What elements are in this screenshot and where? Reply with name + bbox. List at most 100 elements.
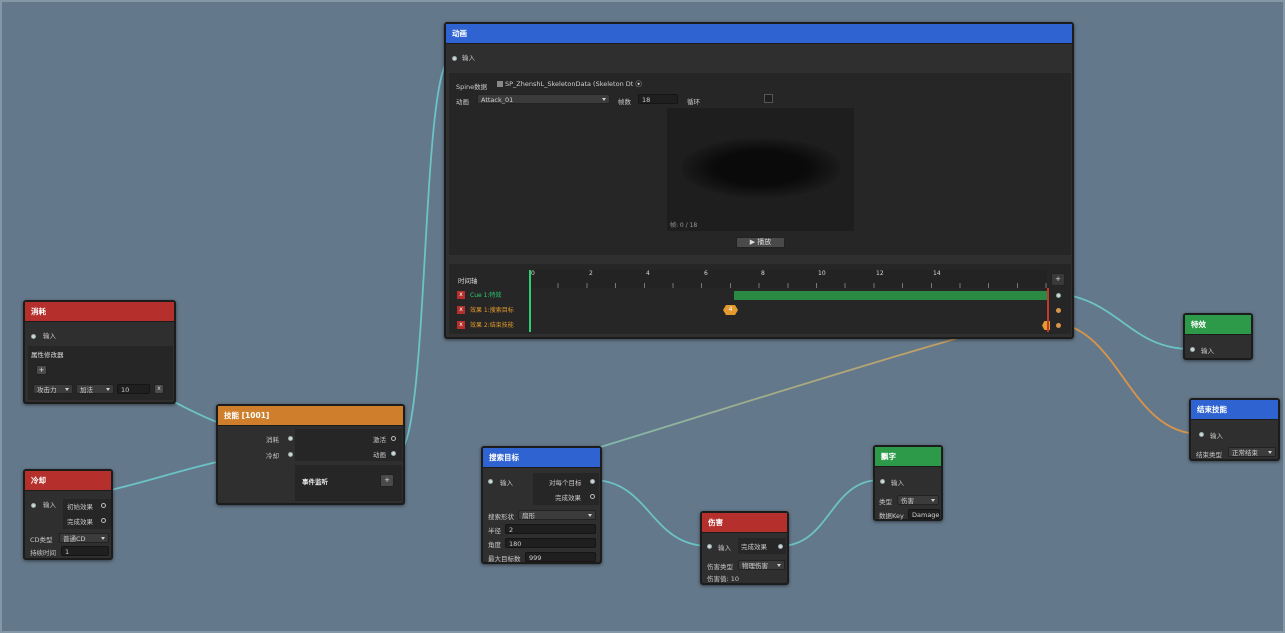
end-input-label: 输入 [1210, 432, 1223, 440]
effect1-output-port[interactable] [1056, 308, 1061, 313]
event-marker[interactable]: 4 [723, 305, 738, 315]
float-text-node[interactable]: 飘字 输入 类型 伤害 数据Key Damage [873, 445, 943, 521]
cooldown-node[interactable]: 冷却 输入 初始效果 完成效果 CD类型 普通CD 持续时间 1 [23, 469, 113, 560]
frames-input[interactable]: 18 [638, 94, 678, 104]
anim-port-label: 动画 [373, 451, 386, 459]
playhead-start[interactable] [529, 270, 531, 332]
tick-label: 2 [589, 270, 593, 277]
consume-port-label: 消耗 [266, 436, 279, 444]
start-effect-label: 初始效果 [67, 503, 93, 511]
anim-input-label: 输入 [462, 54, 475, 62]
consume-node[interactable]: 消耗 输入 属性修改器 + 攻击力 加法 10 x [23, 300, 176, 404]
animation-node[interactable]: 动画 输入 Spine数据 SP_ZhenshL_SkeletonData (S… [444, 22, 1074, 339]
damage-input-port[interactable] [707, 544, 712, 549]
modifier-value-input[interactable]: 10 [117, 384, 150, 394]
done-effect-port[interactable] [101, 518, 106, 523]
fx-input-label: 输入 [1201, 347, 1214, 355]
max-targets-input[interactable]: 999 [525, 552, 596, 562]
duration-label: 持续时间 [30, 549, 56, 557]
anim-select[interactable]: Attack_01 [477, 94, 610, 104]
float-type-label: 类型 [879, 498, 892, 506]
consume-port[interactable] [288, 436, 293, 441]
cue-bar[interactable] [734, 291, 1048, 300]
fx-node-title: 特效 [1185, 315, 1251, 335]
end-skill-node[interactable]: 结束技能 输入 结束类型 正常结束 [1189, 398, 1280, 461]
damage-type-select[interactable]: 物理伤害 [738, 560, 785, 570]
add-modifier-button[interactable]: + [36, 365, 47, 375]
end-type-select[interactable]: 正常结束 [1228, 447, 1276, 457]
event-add-button[interactable]: + [380, 474, 394, 487]
search-target-node[interactable]: 搜索目标 输入 对每个目标 完成效果 搜索形状 扇形 半径 2 角度 180 最… [481, 446, 602, 564]
float-node-title: 飘字 [875, 447, 941, 467]
damage-input-label: 输入 [718, 544, 731, 552]
angle-input[interactable]: 180 [505, 538, 596, 548]
cd-type-select[interactable]: 普通CD [59, 533, 109, 543]
damage-type-label: 伤害类型 [707, 563, 733, 571]
event-listener-label: 事件监听 [302, 478, 328, 486]
remove-modifier-button[interactable]: x [154, 384, 164, 394]
start-effect-port[interactable] [101, 503, 106, 508]
consume-node-title: 消耗 [25, 302, 174, 322]
cue-output-port[interactable] [1056, 293, 1061, 298]
activate-port-label: 激活 [373, 436, 386, 444]
cooldown-port[interactable] [288, 452, 293, 457]
remove-track-button[interactable]: x [457, 321, 465, 329]
timeline-track[interactable]: x 效果 2:结束技能 [457, 320, 1055, 331]
shape-select[interactable]: 扇形 [518, 510, 596, 520]
remove-track-button[interactable]: x [457, 306, 465, 314]
tick-label: 14 [933, 270, 941, 277]
cooldown-outputs: 初始效果 完成效果 [63, 499, 111, 529]
play-button[interactable]: ▶ 播放 [736, 237, 785, 248]
consume-input-port[interactable] [31, 334, 36, 339]
attr-modifier-label: 属性修改器 [31, 351, 64, 359]
search-input-port[interactable] [488, 479, 493, 484]
end-input-port[interactable] [1199, 432, 1204, 437]
track-label: Cue 1:特效 [470, 292, 502, 299]
op-select[interactable]: 加法 [76, 384, 114, 394]
done-effect-port[interactable] [590, 494, 595, 499]
float-type-select[interactable]: 伤害 [897, 495, 939, 505]
tick-label: 6 [704, 270, 708, 277]
spine-data-field[interactable]: SP_ZhenshL_SkeletonData (Skeleton Dt ⦿ [494, 79, 644, 89]
cd-type-label: CD类型 [30, 536, 53, 544]
data-key-label: 数据Key [879, 512, 904, 520]
damage-node[interactable]: 伤害 输入 完成效果 伤害类型 物理伤害 伤害值: 10 [700, 511, 789, 585]
spine-preview-viewport[interactable]: 帧: 0 / 18 [667, 108, 854, 231]
attr-modifier-panel: 属性修改器 + 攻击力 加法 10 x [28, 346, 173, 400]
skill-node[interactable]: 技能 [1001] 消耗 冷却 激活 动画 事件监听 + [216, 404, 405, 505]
duration-input[interactable]: 1 [61, 546, 109, 556]
tick-label: 4 [646, 270, 650, 277]
timeline-add-button[interactable]: + [1051, 273, 1065, 286]
attr-select[interactable]: 攻击力 [33, 384, 73, 394]
float-input-label: 输入 [891, 479, 904, 487]
skill-node-title: 技能 [1001] [218, 406, 403, 426]
radius-label: 半径 [488, 527, 501, 535]
skill-outputs: 激活 动画 [295, 429, 402, 461]
angle-label: 角度 [488, 541, 501, 549]
damage-value-text: 伤害值: 10 [707, 575, 740, 583]
remove-track-button[interactable]: x [457, 291, 465, 299]
data-key-input[interactable]: Damage [908, 509, 940, 519]
target-icon[interactable]: ⦿ [635, 80, 642, 88]
float-input-port[interactable] [880, 479, 885, 484]
loop-checkbox[interactable] [764, 94, 773, 103]
preview-shadow [681, 138, 841, 198]
tick-label: 0 [531, 270, 535, 277]
anim-port[interactable] [391, 451, 396, 456]
radius-input[interactable]: 2 [505, 524, 596, 534]
fx-node[interactable]: 特效 输入 [1183, 313, 1253, 360]
done-effect-port[interactable] [778, 544, 783, 549]
fx-input-port[interactable] [1190, 347, 1195, 352]
activate-port[interactable] [391, 436, 396, 441]
effect2-output-port[interactable] [1056, 323, 1061, 328]
end-type-label: 结束类型 [1196, 451, 1222, 459]
timeline-ruler[interactable]: 0 2 4 6 8 10 12 14 [529, 270, 1047, 288]
max-targets-label: 最大目标数 [488, 555, 521, 563]
anim-input-port[interactable] [452, 56, 457, 61]
tick-label: 10 [818, 270, 826, 277]
each-target-port[interactable] [590, 479, 595, 484]
timeline-track[interactable]: x 效果 1:搜索目标 4 [457, 305, 1055, 316]
playhead-end[interactable] [1047, 288, 1049, 332]
timeline-track[interactable]: x Cue 1:特效 [457, 290, 1055, 301]
cooldown-input-port[interactable] [31, 503, 36, 508]
